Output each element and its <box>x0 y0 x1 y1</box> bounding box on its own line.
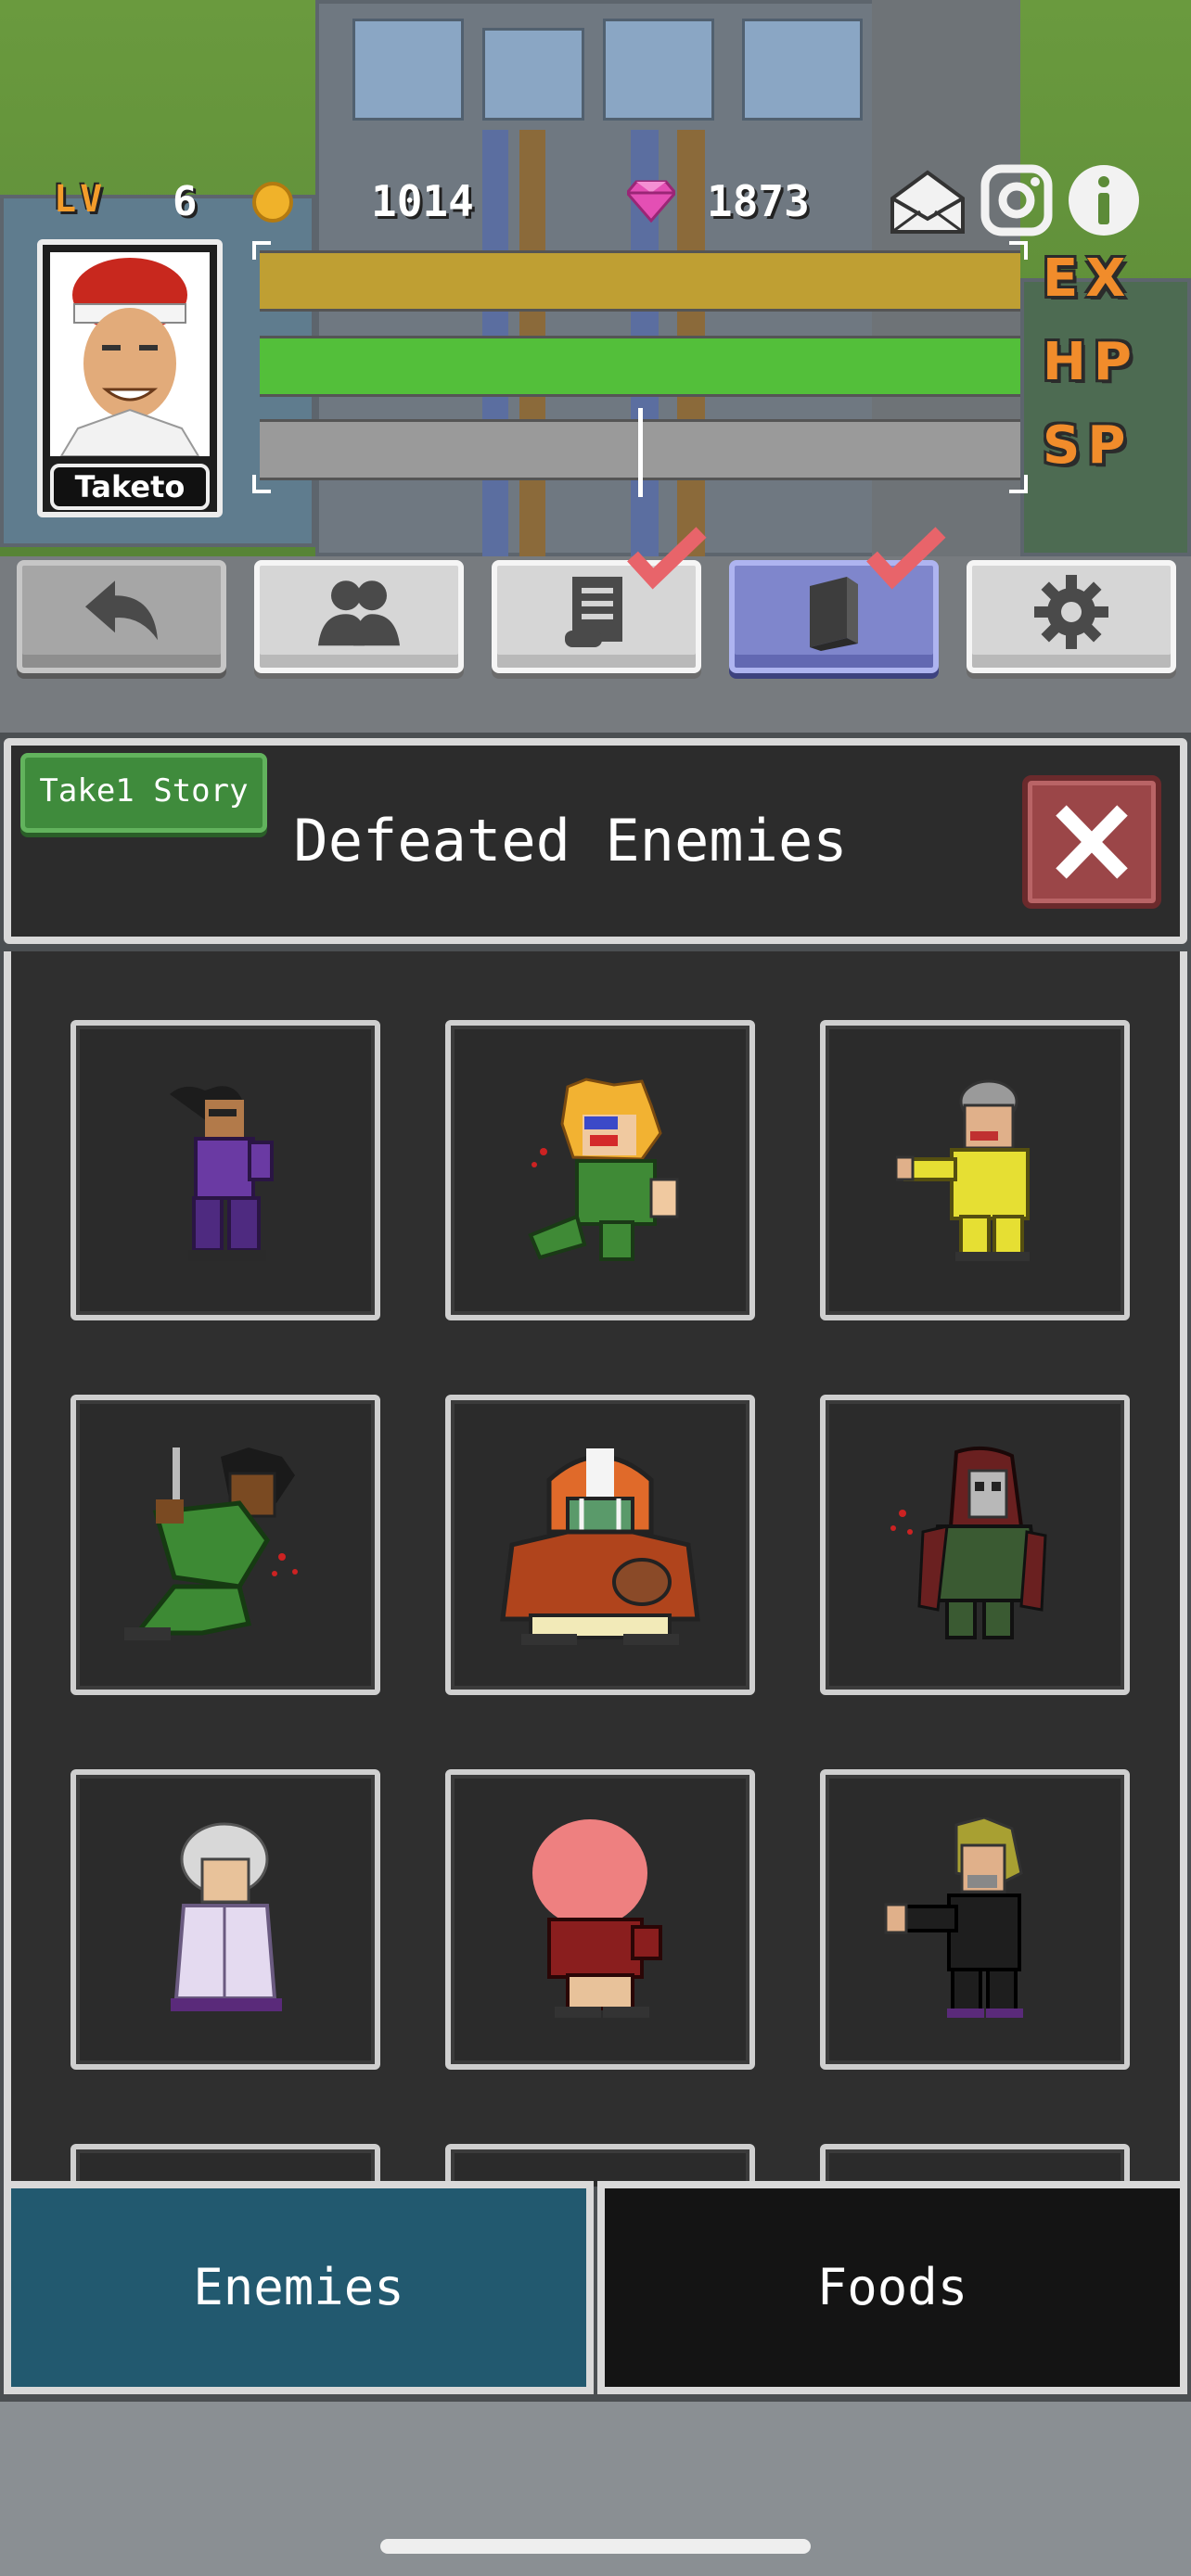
back-button[interactable] <box>17 560 226 673</box>
enemy-cell[interactable] <box>445 1020 755 1320</box>
close-icon <box>1056 805 1128 879</box>
player-name: Taketo <box>50 464 210 510</box>
back-arrow-icon <box>85 580 158 641</box>
enemy-cell[interactable] <box>820 1395 1130 1695</box>
gear-icon <box>1034 574 1108 649</box>
ex-label: EX <box>1043 249 1133 309</box>
bar-frame-corner <box>252 475 271 493</box>
enemy-cell[interactable] <box>445 1769 755 2070</box>
avatar <box>50 252 210 456</box>
bar-frame-corner <box>1009 241 1028 260</box>
quest-check-icon <box>627 527 707 590</box>
instagram-icon[interactable] <box>980 163 1054 237</box>
bar-frame-corner <box>1009 475 1028 493</box>
coin-count: 1014 <box>371 176 474 226</box>
level-label: LV <box>54 178 107 221</box>
enemy-ponytail-purple <box>170 1086 274 1261</box>
ex-bar <box>260 250 1020 312</box>
mail-icon[interactable] <box>889 167 967 236</box>
enemy-cell[interactable] <box>820 1769 1130 2070</box>
book-icon <box>810 576 858 651</box>
story-badge: Take1 Story <box>20 753 267 833</box>
tab-foods[interactable]: Foods <box>597 2181 1187 2394</box>
gem-icon <box>627 180 675 223</box>
tab-enemies[interactable]: Enemies <box>4 2181 594 2394</box>
enemy-white-hair-robe <box>171 1822 282 2011</box>
enemy-grid[interactable] <box>4 951 1187 2187</box>
enemy-blonde-black-suit <box>884 1817 1023 2018</box>
enemy-cell[interactable] <box>70 1020 380 1320</box>
enemy-blonde-green <box>528 1078 679 1261</box>
people-icon <box>318 580 400 646</box>
enemy-football-helmet <box>500 1448 700 1645</box>
player-avatar-card[interactable]: Taketo <box>37 239 223 517</box>
close-button[interactable] <box>1022 775 1161 909</box>
level-value: 6 <box>173 178 198 225</box>
enemy-cell[interactable] <box>820 1020 1130 1320</box>
enemy-cell[interactable] <box>70 1769 380 2070</box>
enemy-cell[interactable] <box>445 1395 755 1695</box>
enemy-hooded-skull <box>890 1446 1047 1639</box>
bar-frame-corner <box>252 241 271 260</box>
gem-count: 1873 <box>707 176 810 226</box>
enemy-pink-head <box>532 1819 662 2018</box>
enemy-grey-yellow <box>896 1079 1030 1261</box>
book-check-icon <box>866 527 946 590</box>
enemy-cell[interactable] <box>70 1395 380 1695</box>
info-icon[interactable] <box>1067 163 1141 237</box>
hp-label: HP <box>1043 332 1139 392</box>
party-button[interactable] <box>254 560 464 673</box>
enemy-dreadlocks-green <box>124 1447 298 1640</box>
sp-bar-marker <box>638 408 643 497</box>
scroll-icon <box>565 576 622 647</box>
home-indicator[interactable] <box>380 2539 811 2554</box>
settings-button[interactable] <box>967 560 1176 673</box>
hp-bar <box>260 336 1020 397</box>
coin-icon <box>252 182 293 223</box>
page-title: Defeated Enemies <box>293 807 848 874</box>
sp-label: SP <box>1043 415 1133 476</box>
